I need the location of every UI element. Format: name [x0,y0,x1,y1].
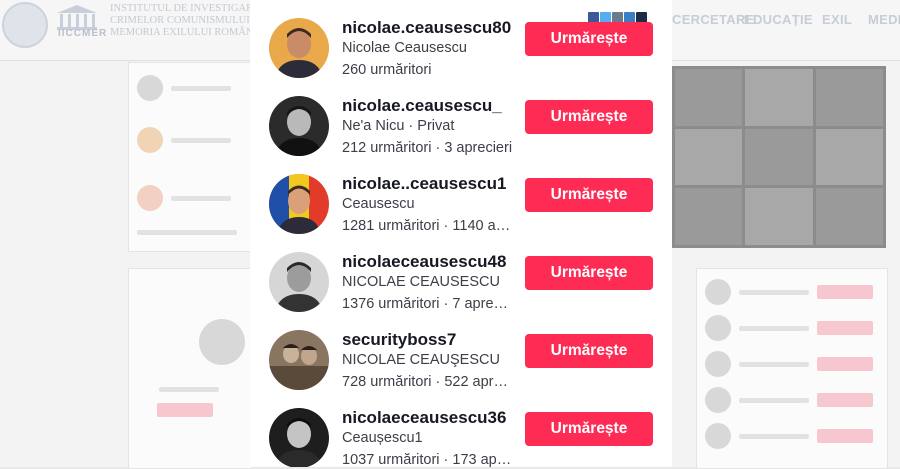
account-stats: 1281 urmăritori · 1140 aprecieri [342,218,514,234]
account-nickname: NICOLAE CEAUŞESCU [342,352,500,368]
avatar[interactable] [269,96,329,156]
account-username[interactable]: nicolaeceausescu36 [342,408,506,428]
follow-button[interactable]: Urmărește [525,178,653,212]
avatar[interactable] [269,252,329,312]
account-username[interactable]: nicolae.ceausescu_ [342,96,502,116]
follow-button[interactable]: Urmărește [525,22,653,56]
nav-item-cercetare[interactable]: CERCETARE [672,12,755,27]
account-row[interactable]: nicolaeceausescu36 Ceaușescu1 1037 urmăr… [250,406,672,467]
follow-button[interactable]: Urmărește [525,256,653,290]
account-row[interactable]: nicolae.ceausescu_ Ne'a Nicu · Privat 21… [250,94,672,172]
background-list-panel [696,268,888,469]
account-stats: 1376 urmăritori · 7 aprecieri [342,296,514,312]
account-nickname: Nicolae Ceausescu [342,40,467,56]
account-row[interactable]: nicolae.ceausescu80 Nicolae Ceausescu 26… [250,16,672,94]
avatar[interactable] [269,174,329,234]
account-row[interactable]: nicolae..ceausescu1 Ceausescu 1281 urmăr… [250,172,672,250]
logo-acronym: IICCMER [58,28,108,39]
institute-seal-icon [2,2,48,48]
background-video-grid [672,66,886,248]
account-nickname: Ceaușescu1 [342,430,423,446]
account-row[interactable]: securityboss7 NICOLAE CEAUŞESCU 728 urmă… [250,328,672,406]
account-username[interactable]: nicolaeceausescu48 [342,252,506,272]
nav-item-exil[interactable]: EXIL [822,12,852,27]
account-stats: 260 urmăritori [342,62,432,78]
account-username[interactable]: securityboss7 [342,330,456,350]
account-nickname: NICOLAE CEAUSESCU [342,274,500,290]
nav-item-educatie[interactable]: EDUCAȚIE [744,12,813,27]
background-panel-left [128,62,252,252]
account-username[interactable]: nicolae..ceausescu1 [342,174,506,194]
follow-button[interactable]: Urmărește [525,334,653,368]
account-nickname: Ne'a Nicu · Privat [342,118,455,134]
account-username[interactable]: nicolae.ceausescu80 [342,18,511,38]
avatar[interactable] [269,18,329,78]
account-nickname: Ceausescu [342,196,415,212]
nav-item-media[interactable]: MEDI [868,12,900,27]
avatar[interactable] [269,408,329,467]
account-stats: 212 urmăritori · 3 aprecieri [342,140,513,156]
account-row[interactable]: nicolaeceausescu48 NICOLAE CEAUSESCU 137… [250,250,672,328]
background-profile-panel [128,268,252,469]
follow-button[interactable]: Urmărește [525,100,653,134]
avatar[interactable] [269,330,329,390]
follow-button[interactable]: Urmărește [525,412,653,446]
accounts-modal: nicolae.ceausescu80 Nicolae Ceausescu 26… [250,0,672,467]
institute-building-icon [57,5,97,30]
account-stats: 728 urmăritori · 522 aprecieri [342,374,514,390]
account-stats: 1037 urmăritori · 173 aprecieri [342,452,514,467]
